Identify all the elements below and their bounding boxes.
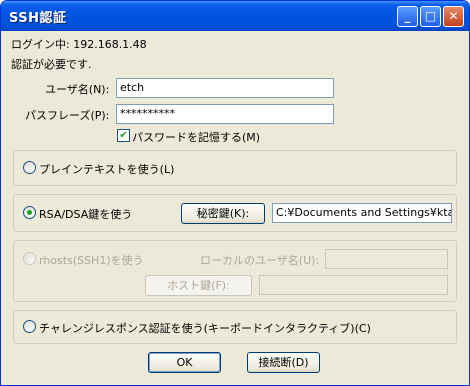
remember-password-label[interactable]: パスワードを記憶する(M)	[132, 129, 260, 145]
login-status: ログイン中: 192.168.1.48	[11, 38, 147, 51]
passphrase-label: パスフレーズ(P):	[25, 109, 110, 122]
rsa-group: RSA/DSA鍵を使う 秘密鍵(K): C:¥Documents and Set…	[13, 194, 457, 232]
maximize-button[interactable]: □	[420, 6, 441, 27]
host-key-button[interactable]: ホスト鍵(F):	[145, 275, 252, 296]
challenge-radio[interactable]	[23, 320, 36, 333]
ssh-auth-dialog: SSH認証 _ □ ✕ ログイン中: 192.168.1.48 認証が必要です.…	[0, 0, 470, 386]
private-key-button[interactable]: 秘密鍵(K):	[181, 203, 265, 224]
host-key-field[interactable]	[259, 275, 448, 295]
key-path-field[interactable]: C:¥Documents and Settings¥ktana	[272, 203, 452, 223]
title-bar[interactable]: SSH認証 _ □ ✕	[1, 1, 469, 31]
username-field[interactable]: etch	[116, 78, 334, 98]
rhosts-radio[interactable]	[23, 252, 36, 265]
local-user-label: ローカルのユーザ名(U):	[200, 254, 320, 267]
ok-button[interactable]: OK	[148, 352, 221, 373]
local-user-field[interactable]	[325, 249, 448, 269]
challenge-label[interactable]: チャレンジレスポンス認証を使う(キーボードインタラクティブ)(C)	[39, 320, 371, 336]
minimize-button[interactable]: _	[397, 6, 418, 27]
disconnect-button[interactable]: 接続断(D)	[247, 352, 320, 373]
rsa-label[interactable]: RSA/DSA鍵を使う	[39, 206, 132, 222]
passphrase-field[interactable]: **********	[116, 104, 334, 124]
username-label: ユーザ名(N):	[45, 83, 110, 96]
plaintext-label[interactable]: プレインテキストを使う(L)	[39, 161, 174, 177]
plaintext-radio[interactable]	[23, 161, 36, 174]
rsa-radio[interactable]	[23, 206, 36, 219]
auth-required-text: 認証が必要です.	[11, 58, 92, 71]
rhosts-label: rhosts(SSH1)を使う	[39, 254, 144, 267]
rhosts-group: rhosts(SSH1)を使う ローカルのユーザ名(U): ホスト鍵(F):	[13, 240, 457, 302]
plaintext-group: プレインテキストを使う(L)	[13, 150, 457, 186]
close-button[interactable]: ✕	[443, 6, 464, 27]
challenge-group: チャレンジレスポンス認証を使う(キーボードインタラクティブ)(C)	[13, 310, 457, 344]
remember-password-checkbox[interactable]: ✔	[117, 129, 130, 142]
window-title: SSH認証	[9, 11, 67, 26]
